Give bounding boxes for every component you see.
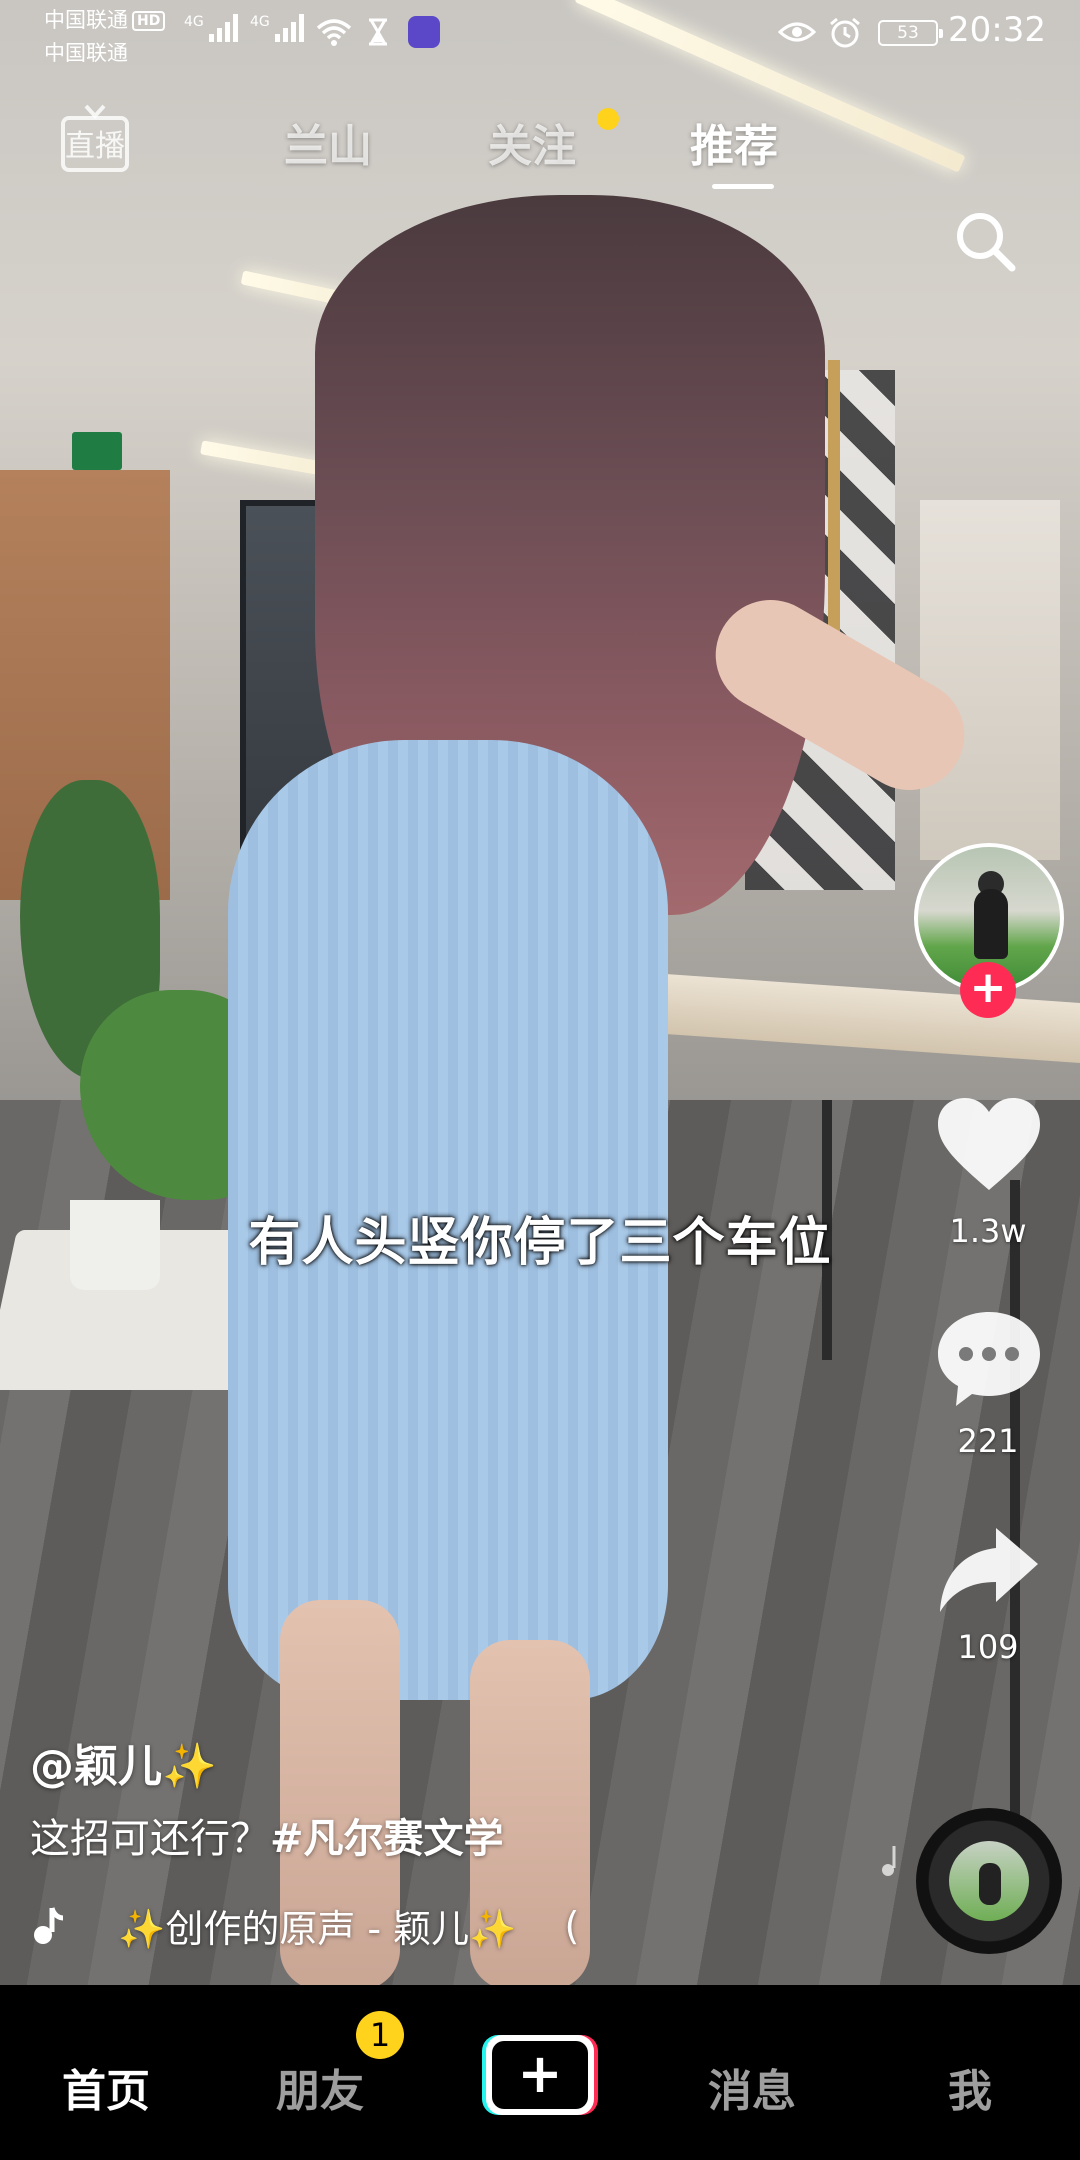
search-icon[interactable] [952,208,1018,274]
following-new-dot [597,108,619,130]
music-info[interactable]: ✨创作的原声 - 颖儿✨ ( [30,1898,579,1953]
friends-badge: 1 [356,2011,404,2059]
author-name[interactable]: @颖儿✨ [30,1730,217,1794]
live-label: 直播 [65,129,125,164]
follow-button[interactable]: + [960,962,1016,1018]
music-cover [949,1841,1029,1921]
douyin-feed-screen: 中国联通 HD 中国联通 4G 4G 53 20:32 直播 兰山 关注 推荐 … [0,0,1080,2160]
comment-icon[interactable] [934,1308,1044,1408]
music-note-icon [34,1906,64,1944]
music-disc[interactable] [916,1808,1062,1954]
carrier-2: 中国联通 [44,41,128,65]
nav-messages[interactable]: 消息 [708,2055,796,2119]
nav-friends[interactable]: 朋友 [276,2055,364,2119]
video-subtitle: 有人头竖你停了三个车位 [248,1213,832,1273]
clock: 20:32 [948,10,1046,50]
carrier-1: 中国联通 HD [44,7,166,33]
signal-icon: 4G [250,14,304,42]
video-description: 这招可还行？#凡尔赛文学 [30,1806,504,1864]
network-type: 4G [184,14,204,30]
carrier-1-label: 中国联通 [44,8,128,32]
comment-count: 221 [957,1422,1019,1460]
avatar-image [974,889,1008,959]
tab-recommend[interactable]: 推荐 [690,110,778,174]
music-title: ✨创作的原声 - 颖儿✨ [118,1907,517,1951]
live-tv-icon: 直播 [61,104,129,172]
video-player[interactable] [0,0,1080,1985]
live-button[interactable]: 直播 [60,104,130,176]
nav-home[interactable]: 首页 [62,2055,150,2119]
tab-following[interactable]: 关注 [488,110,576,174]
tab-local[interactable]: 兰山 [284,110,372,174]
nav-me[interactable]: 我 [948,2055,992,2119]
active-tab-indicator [712,184,774,189]
network-type: 4G [250,14,270,30]
eye-comfort-icon [778,22,816,42]
wall-niche [920,500,1060,860]
top-nav: 直播 兰山 关注 推荐 [0,100,1080,272]
hourglass-icon [369,18,387,46]
share-count: 109 [957,1628,1019,1666]
description-text: 这招可还行？ [30,1816,270,1862]
share-icon[interactable] [934,1524,1044,1620]
status-bar: 中国联通 HD 中国联通 4G 4G 53 20:32 [0,0,1080,72]
heart-icon[interactable] [934,1096,1044,1196]
exit-sign [72,432,122,470]
app-notification-icon [408,16,440,48]
hashtag-link[interactable]: #凡尔赛文学 [270,1816,504,1862]
hd-badge: HD [132,11,166,31]
battery-indicator: 53 [878,20,943,46]
plus-icon: + [492,2041,588,2109]
create-button[interactable]: + [482,2035,598,2115]
signal-icon: 4G [184,14,238,42]
alarm-icon [830,17,860,48]
floating-note-icon [882,1846,896,1876]
music-title-continued: ( [564,1903,580,1948]
wifi-icon [316,19,352,46]
